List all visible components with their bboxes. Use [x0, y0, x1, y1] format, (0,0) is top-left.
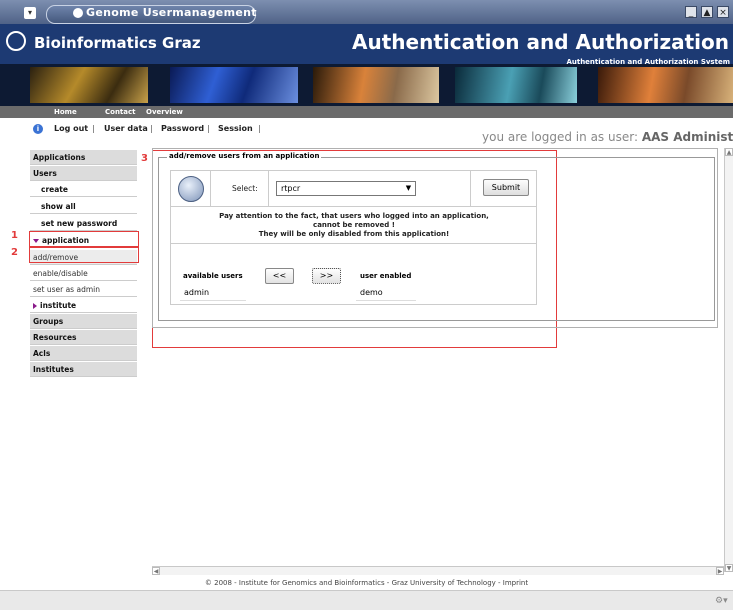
table-divider	[171, 206, 536, 207]
annotation-2: 2	[11, 247, 18, 258]
session-link[interactable]: Session	[218, 124, 253, 133]
window-title: Genome Usermanagement	[86, 6, 257, 19]
login-user: AAS Administrator	[641, 130, 733, 144]
submit-button[interactable]: Submit	[483, 179, 529, 196]
sidebar-item-create[interactable]: create	[30, 182, 137, 197]
warning-line-3: They will be only disabled from this app…	[258, 230, 450, 238]
table-divider	[268, 171, 269, 206]
close-icon[interactable]: ×	[717, 6, 729, 18]
sidebar-item-set-new-password[interactable]: set new password	[30, 216, 137, 231]
separator: |	[207, 124, 210, 133]
sidebar-item-label: institute	[40, 301, 77, 310]
chevron-down-icon: ▼	[405, 184, 412, 192]
logout-link[interactable]: Log out	[54, 124, 88, 133]
page-title: Authentication and Authorization	[352, 30, 729, 54]
password-link[interactable]: Password	[161, 124, 204, 133]
gear-icon[interactable]: ⚙▾	[715, 596, 728, 606]
move-right-button[interactable]: >>	[312, 268, 341, 284]
highlight-box-2	[29, 247, 139, 263]
banner-images	[0, 64, 733, 106]
vertical-scrollbar[interactable]: ▲ ▼	[724, 148, 733, 572]
maximize-icon[interactable]: ▲	[701, 6, 713, 18]
table-divider	[210, 171, 211, 206]
warning-text: Pay attention to the fact, that users wh…	[172, 212, 536, 239]
login-status: you are logged in as user: AAS Administr…	[482, 130, 733, 144]
chevron-right-icon	[33, 303, 37, 309]
scroll-up-icon[interactable]: ▲	[725, 148, 733, 156]
window-menu-icon[interactable]: ▾	[24, 7, 36, 19]
sidebar-item-applications[interactable]: Applications	[30, 150, 137, 165]
application-icon	[178, 176, 204, 202]
sidebar-item-enable-disable[interactable]: enable/disable	[30, 266, 137, 281]
nav-home[interactable]: Home	[54, 106, 77, 118]
banner-image-2	[170, 67, 298, 103]
highlight-box-1	[29, 231, 139, 247]
status-bar: ⚙▾	[0, 590, 733, 610]
separator: |	[150, 124, 153, 133]
available-user-item[interactable]: admin	[180, 285, 246, 301]
table-divider	[171, 243, 536, 244]
banner-image-1	[30, 67, 148, 103]
move-left-button[interactable]: <<	[265, 268, 294, 284]
scroll-down-icon[interactable]: ▼	[725, 564, 733, 572]
warning-line-1: Pay attention to the fact, that users wh…	[219, 212, 489, 220]
logo-icon	[6, 31, 26, 51]
footer-text: © 2008 - Institute for Genomics and Bioi…	[204, 579, 529, 587]
brand-name: Bioinformatics Graz	[34, 34, 201, 52]
select-label: Select:	[232, 184, 258, 193]
nav-overview[interactable]: Overview	[146, 106, 183, 118]
nav-contact[interactable]: Contact	[105, 106, 136, 118]
annotation-1: 1	[11, 230, 18, 241]
app-icon	[73, 8, 83, 18]
application-select-value: rtpcr	[281, 184, 301, 193]
minimize-icon[interactable]: _	[685, 6, 697, 18]
separator: |	[92, 124, 95, 133]
banner-image-5	[598, 67, 733, 103]
scroll-left-icon[interactable]: ◀	[152, 567, 160, 575]
sidebar-item-set-user-as-admin[interactable]: set user as admin	[30, 282, 137, 297]
site-header: Bioinformatics Graz Authentication and A…	[0, 24, 733, 66]
available-users-header: available users	[183, 272, 243, 280]
table-divider	[470, 171, 471, 206]
login-prefix: you are logged in as user:	[482, 130, 642, 144]
sidebar-item-institutes[interactable]: Institutes	[30, 362, 137, 377]
enabled-users-header: user enabled	[360, 272, 412, 280]
sidebar-item-show-all[interactable]: show all	[30, 199, 137, 214]
user-data-link[interactable]: User data	[104, 124, 148, 133]
application-select[interactable]: rtpcr ▼	[276, 181, 416, 196]
banner-image-4	[455, 67, 577, 103]
annotation-3: 3	[141, 153, 148, 164]
warning-line-2: cannot be removed !	[313, 221, 395, 229]
sidebar-item-users[interactable]: Users	[30, 166, 137, 181]
scroll-right-icon[interactable]: ▶	[716, 567, 724, 575]
sidebar-item-acls[interactable]: Acls	[30, 346, 137, 361]
sidebar-item-resources[interactable]: Resources	[30, 330, 137, 345]
top-navbar: Home Contact Overview	[0, 106, 733, 118]
sidebar-item-groups[interactable]: Groups	[30, 314, 137, 329]
horizontal-scrollbar[interactable]: ◀ ▶	[152, 566, 724, 575]
sidebar-item-institute[interactable]: institute	[30, 298, 137, 313]
form-legend: add/remove users from an application	[167, 152, 322, 160]
banner-image-3	[313, 67, 439, 103]
info-icon: i	[33, 124, 43, 134]
enabled-user-item[interactable]: demo	[356, 285, 416, 301]
separator: |	[258, 124, 261, 133]
